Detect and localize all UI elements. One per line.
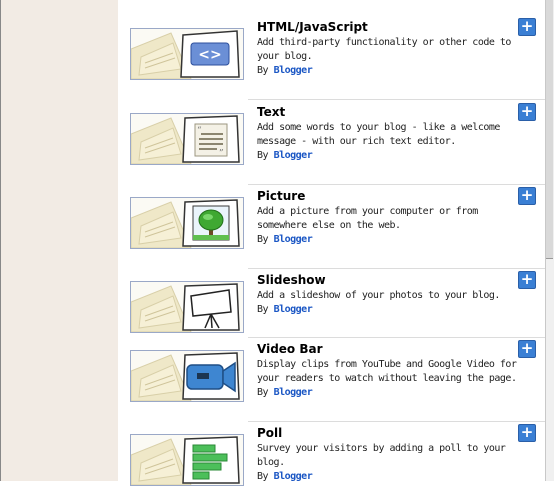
video-camera-icon: [179, 351, 241, 401]
divider: [248, 268, 546, 269]
byline-prefix: By: [257, 65, 269, 76]
author-link[interactable]: Blogger: [274, 471, 313, 482]
gadget-title: Poll: [257, 426, 283, 440]
gadget-description-text: Display clips from YouTube and Google Vi…: [257, 359, 517, 384]
gadget-description: Add a picture from your computer or from…: [257, 205, 529, 247]
gadget-title: HTML/JavaScript: [257, 20, 368, 34]
gadget-list: <> HTML/JavaScript Add third-party funct…: [118, 0, 546, 486]
divider: [248, 184, 546, 185]
byline-prefix: By: [257, 150, 269, 161]
vertical-scrollbar[interactable]: [545, 0, 554, 481]
poll-bars-icon: [179, 435, 241, 485]
gadget-description-text: Add some words to your blog - like a wel…: [257, 122, 500, 147]
author-link[interactable]: Blogger: [274, 234, 313, 245]
add-gadget-button[interactable]: +: [518, 340, 536, 358]
gadget-item-poll: Poll Survey your visitors by adding a po…: [118, 424, 546, 486]
left-rail: [0, 0, 119, 481]
svg-text:”: ”: [219, 149, 224, 159]
add-gadget-button[interactable]: +: [518, 271, 536, 289]
gadget-thumbnail: [130, 350, 244, 402]
gadget-description-text: Survey your visitors by adding a poll to…: [257, 443, 506, 468]
gadget-description-text: Add a picture from your computer or from…: [257, 206, 478, 231]
byline-prefix: By: [257, 234, 269, 245]
gadget-item-text: “ ” Text Add some words to your blog - l…: [118, 103, 546, 183]
gadget-byline: By Blogger: [257, 387, 313, 398]
gadget-byline: By Blogger: [257, 304, 313, 315]
scrollbar-thumb[interactable]: [546, 0, 553, 259]
gadget-byline: By Blogger: [257, 471, 313, 482]
gadget-description-text: Add a slideshow of your photos to your b…: [257, 290, 500, 301]
gadget-title: Text: [257, 105, 286, 119]
author-link[interactable]: Blogger: [274, 304, 313, 315]
gadget-byline: By Blogger: [257, 234, 313, 245]
gadget-byline: By Blogger: [257, 65, 313, 76]
gadget-thumbnail: [130, 281, 244, 333]
gadget-description: Add a slideshow of your photos to your b…: [257, 289, 529, 317]
gadget-thumbnail: [130, 434, 244, 486]
gadget-title: Picture: [257, 189, 306, 203]
gadget-description: Add third-party functionality or other c…: [257, 36, 529, 78]
gadget-title: Slideshow: [257, 273, 326, 287]
gadget-thumbnail: <>: [130, 28, 244, 80]
author-link[interactable]: Blogger: [274, 65, 313, 76]
byline-prefix: By: [257, 304, 269, 315]
gadget-title: Video Bar: [257, 342, 323, 356]
add-gadget-window: <> HTML/JavaScript Add third-party funct…: [0, 0, 554, 486]
code-icon: <>: [179, 29, 241, 79]
add-gadget-button[interactable]: +: [518, 103, 536, 121]
byline-prefix: By: [257, 387, 269, 398]
divider: [248, 337, 546, 338]
gadget-byline: By Blogger: [257, 150, 313, 161]
gadget-description: Display clips from YouTube and Google Vi…: [257, 358, 529, 400]
text-document-icon: “ ”: [179, 114, 241, 164]
add-gadget-button[interactable]: +: [518, 18, 536, 36]
picture-tree-icon: [179, 198, 241, 248]
gadget-description-text: Add third-party functionality or other c…: [257, 37, 511, 62]
add-gadget-button[interactable]: +: [518, 424, 536, 442]
author-link[interactable]: Blogger: [274, 150, 313, 161]
gadget-thumbnail: “ ”: [130, 113, 244, 165]
gadget-item-html-javascript: <> HTML/JavaScript Add third-party funct…: [118, 18, 546, 98]
divider: [248, 421, 546, 422]
gadget-thumbnail: [130, 197, 244, 249]
gadget-item-slideshow: Slideshow Add a slideshow of your photos…: [118, 271, 546, 341]
gadget-item-video-bar: Video Bar Display clips from YouTube and…: [118, 340, 546, 420]
author-link[interactable]: Blogger: [274, 387, 313, 398]
projector-screen-icon: [179, 282, 241, 332]
byline-prefix: By: [257, 471, 269, 482]
gadget-description: Add some words to your blog - like a wel…: [257, 121, 529, 163]
gadget-item-picture: Picture Add a picture from your computer…: [118, 187, 546, 267]
divider: [248, 99, 546, 100]
svg-text:<>: <>: [198, 47, 221, 63]
gadget-description: Survey your visitors by adding a poll to…: [257, 442, 529, 484]
add-gadget-button[interactable]: +: [518, 187, 536, 205]
